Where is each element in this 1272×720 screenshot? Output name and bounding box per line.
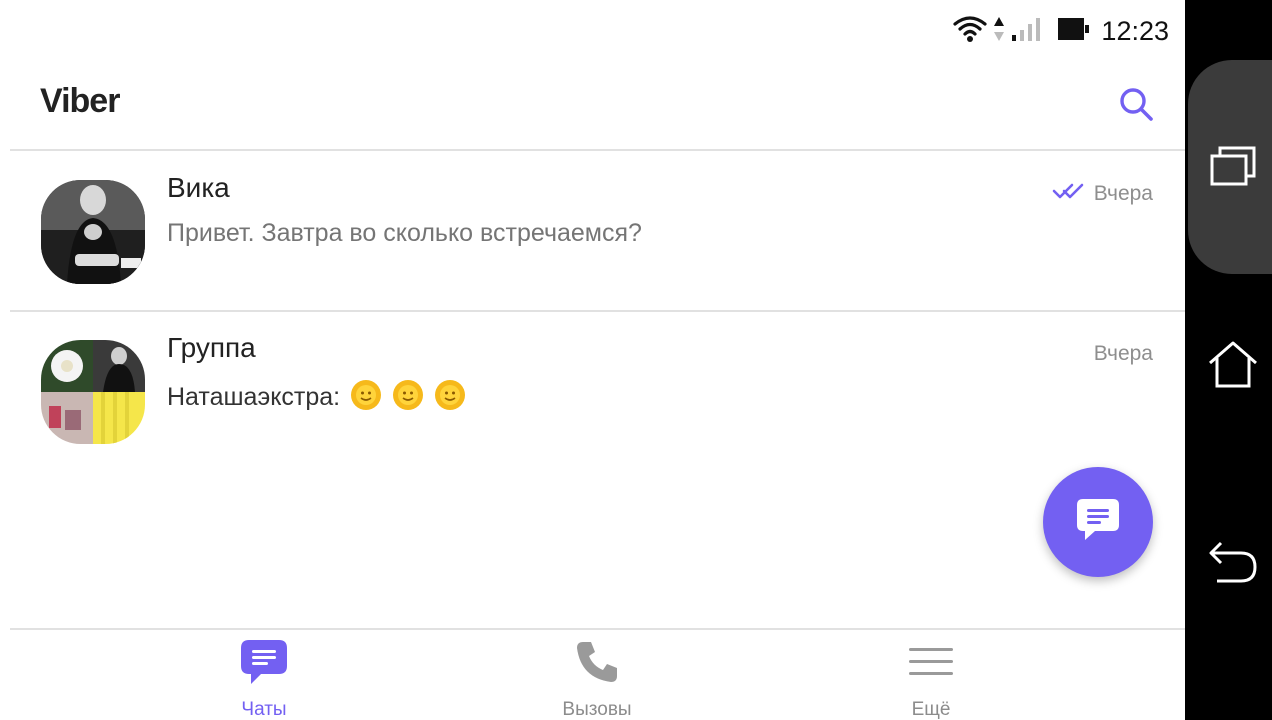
- battery-icon: [1057, 16, 1091, 47]
- back-button[interactable]: [1203, 534, 1263, 594]
- tab-label: Чаты: [241, 699, 287, 720]
- sun-face-emoji: [392, 379, 424, 418]
- double-check-icon: [1052, 182, 1086, 206]
- chats-icon: [239, 638, 289, 691]
- chat-name: Вика: [167, 172, 230, 203]
- phone-icon: [573, 638, 621, 691]
- sun-face-emoji: [434, 379, 466, 418]
- avatar: [41, 180, 145, 284]
- tab-calls[interactable]: Вызовы: [497, 638, 697, 720]
- menu-icon: [907, 638, 955, 691]
- chat-preview: Привет. Завтра во сколько встречаемся?: [167, 219, 642, 247]
- status-bar: 12:23: [0, 0, 1185, 62]
- chat-time-label: Вчера: [1093, 342, 1153, 365]
- back-icon: [1207, 539, 1259, 590]
- chat-row-vika[interactable]: Вика Привет. Завтра во сколько встречаем…: [0, 152, 1185, 310]
- clock: 12:23: [1101, 15, 1169, 46]
- group-avatar: [41, 340, 145, 444]
- tab-label: Ещё: [911, 699, 951, 720]
- signal-icon: [1011, 15, 1041, 48]
- new-chat-button[interactable]: [1043, 467, 1153, 577]
- wifi-icon: [953, 15, 988, 48]
- header-divider: [10, 149, 1185, 151]
- chat-time: Вчера: [1094, 342, 1153, 366]
- recent-apps-icon: [1208, 144, 1258, 193]
- search-icon: [1117, 85, 1155, 128]
- recent-apps-button[interactable]: [1203, 138, 1263, 198]
- chat-time: Вчера: [1052, 182, 1153, 206]
- tab-chats[interactable]: Чаты: [164, 638, 364, 720]
- chat-preview-text: Наташаэкстра:: [167, 383, 341, 412]
- home-icon: [1207, 339, 1259, 394]
- tab-label: Вызовы: [562, 699, 632, 720]
- chat-row-group[interactable]: Группа Наташаэкстра: Вчера: [0, 312, 1185, 470]
- app-title: Viber: [40, 82, 120, 120]
- tab-more[interactable]: Ещё: [831, 638, 1031, 720]
- chat-name: Группа: [167, 332, 256, 363]
- data-arrows-icon: [993, 15, 1005, 48]
- bottom-navigation: Чаты Вызовы Ещё: [0, 630, 1185, 720]
- chat-preview: Наташаэкстра:: [167, 379, 466, 418]
- app-bar: Viber: [0, 62, 1185, 150]
- sun-face-emoji: [350, 379, 382, 418]
- home-button[interactable]: [1203, 336, 1263, 396]
- search-button[interactable]: [1112, 82, 1160, 130]
- new-chat-icon: [1073, 495, 1123, 550]
- chat-time-label: Вчера: [1093, 182, 1153, 205]
- app-screen: 12:23 Viber Вика Привет. Завтра во сколь…: [0, 0, 1185, 720]
